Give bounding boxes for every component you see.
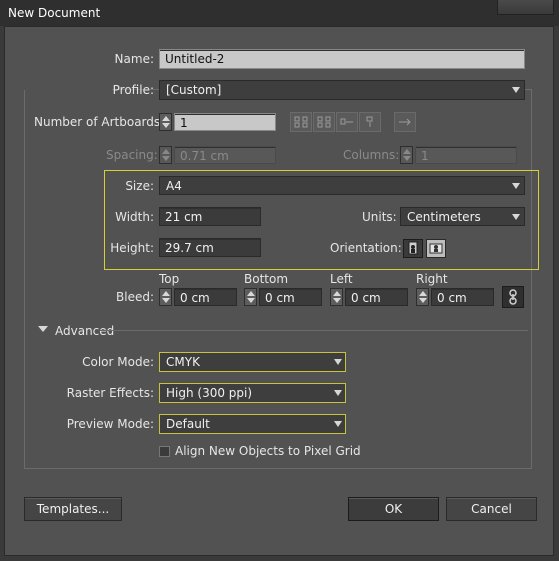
arrow-up-icon bbox=[162, 116, 170, 121]
spacing-stepper[interactable] bbox=[159, 146, 172, 164]
profile-value: [Custom] bbox=[166, 83, 222, 97]
artboards-stepper[interactable] bbox=[159, 113, 172, 131]
cancel-button[interactable]: Cancel bbox=[446, 497, 537, 521]
portrait-orientation-button[interactable] bbox=[403, 239, 423, 258]
chevron-down-icon bbox=[334, 390, 342, 396]
arrange-by-column-icon[interactable] bbox=[359, 112, 381, 132]
artboards-label: Number of Artboards: bbox=[34, 115, 165, 129]
bleed-left-stepper[interactable] bbox=[330, 288, 343, 306]
advanced-divider bbox=[100, 330, 528, 331]
grid-by-row-glyph bbox=[294, 116, 308, 128]
orientation-label: Orientation: bbox=[330, 241, 402, 255]
size-label: Size: bbox=[125, 179, 154, 193]
chevron-down-icon bbox=[512, 87, 520, 93]
size-value: A4 bbox=[166, 179, 182, 193]
units-dropdown[interactable]: Centimeters bbox=[400, 207, 525, 226]
grid-by-row-icon[interactable] bbox=[290, 112, 312, 132]
group-box-gap bbox=[24, 89, 112, 90]
right-to-left-layout-icon[interactable] bbox=[394, 112, 416, 132]
bleed-bottom-input[interactable]: 0 cm bbox=[259, 288, 322, 306]
arrow-up-icon bbox=[247, 291, 255, 296]
landscape-orientation-button[interactable] bbox=[426, 239, 446, 258]
align-pixel-grid-checkbox[interactable] bbox=[159, 446, 170, 457]
arrow-down-icon bbox=[162, 123, 170, 128]
preview-mode-value: Default bbox=[166, 417, 210, 431]
chevron-down-icon bbox=[334, 421, 342, 427]
arrow-up-icon bbox=[333, 291, 341, 296]
height-input[interactable]: 29.7 cm bbox=[159, 238, 261, 257]
landscape-icon bbox=[429, 243, 443, 254]
profile-dropdown[interactable]: [Custom] bbox=[159, 80, 525, 100]
columns-stepper[interactable] bbox=[400, 146, 413, 164]
arrow-up-icon bbox=[403, 149, 411, 154]
preview-mode-label: Preview Mode: bbox=[66, 417, 154, 431]
bleed-top-label: Top bbox=[159, 272, 180, 286]
raster-effects-label: Raster Effects: bbox=[66, 386, 154, 400]
templates-button[interactable]: Templates... bbox=[24, 497, 122, 521]
arrow-up-icon bbox=[162, 149, 170, 154]
arrange-by-column-glyph bbox=[366, 116, 373, 127]
bleed-right-label: Right bbox=[416, 272, 448, 286]
arrange-by-row-icon[interactable] bbox=[336, 112, 358, 132]
arrow-right-glyph bbox=[399, 118, 411, 126]
bleed-right-stepper[interactable] bbox=[416, 288, 429, 306]
name-label: Name: bbox=[114, 52, 154, 66]
arrow-down-icon bbox=[162, 298, 170, 303]
spacing-input[interactable]: 0.71 cm bbox=[174, 146, 276, 164]
units-value: Centimeters bbox=[407, 210, 481, 224]
arrow-down-icon bbox=[333, 298, 341, 303]
color-mode-dropdown[interactable]: CMYK bbox=[159, 352, 346, 372]
bleed-bottom-stepper[interactable] bbox=[244, 288, 257, 306]
arrow-down-icon bbox=[403, 156, 411, 161]
bleed-top-input[interactable]: 0 cm bbox=[174, 288, 237, 306]
size-dropdown[interactable]: A4 bbox=[159, 176, 525, 195]
width-label: Width: bbox=[115, 210, 154, 224]
arrow-down-icon bbox=[247, 298, 255, 303]
bleed-top-stepper[interactable] bbox=[159, 288, 172, 306]
columns-input[interactable]: 1 bbox=[415, 146, 517, 164]
name-input[interactable]: Untitled-2 bbox=[159, 49, 525, 69]
window-close-button[interactable] bbox=[497, 0, 554, 15]
chevron-down-icon bbox=[334, 359, 342, 365]
spacing-label: Spacing: bbox=[106, 148, 158, 162]
color-mode-value: CMYK bbox=[166, 355, 200, 369]
raster-effects-value: High (300 ppi) bbox=[166, 386, 253, 400]
align-pixel-grid-label: Align New Objects to Pixel Grid bbox=[175, 444, 361, 458]
ok-button[interactable]: OK bbox=[348, 497, 439, 521]
artboards-input[interactable]: 1 bbox=[174, 113, 276, 131]
arrange-by-row-glyph bbox=[340, 118, 353, 125]
advanced-toggle-icon[interactable] bbox=[38, 326, 48, 332]
preview-mode-dropdown[interactable]: Default bbox=[159, 414, 346, 434]
chevron-down-icon bbox=[512, 213, 520, 220]
columns-label: Columns: bbox=[343, 148, 400, 162]
height-label: Height: bbox=[110, 241, 154, 255]
grid-by-column-icon[interactable] bbox=[313, 112, 335, 132]
bleed-left-label: Left bbox=[330, 272, 353, 286]
bleed-left-input[interactable]: 0 cm bbox=[345, 288, 408, 306]
arrow-up-icon bbox=[419, 291, 427, 296]
arrow-down-icon bbox=[162, 156, 170, 161]
window-title: New Document bbox=[8, 6, 101, 20]
width-input[interactable]: 21 cm bbox=[159, 207, 261, 226]
chain-link-icon bbox=[509, 289, 517, 305]
advanced-label[interactable]: Advanced bbox=[55, 324, 114, 338]
bleed-right-input[interactable]: 0 cm bbox=[431, 288, 494, 306]
chevron-down-icon bbox=[512, 182, 520, 189]
grid-by-column-glyph bbox=[317, 116, 331, 128]
bleed-label: Bleed: bbox=[116, 290, 154, 304]
raster-effects-dropdown[interactable]: High (300 ppi) bbox=[159, 383, 346, 403]
units-label: Units: bbox=[362, 210, 397, 224]
color-mode-label: Color Mode: bbox=[82, 355, 154, 369]
bleed-link-button[interactable] bbox=[502, 286, 524, 308]
portrait-icon bbox=[408, 241, 418, 255]
arrow-up-icon bbox=[162, 291, 170, 296]
profile-label: Profile: bbox=[112, 83, 154, 97]
arrow-down-icon bbox=[419, 298, 427, 303]
bleed-bottom-label: Bottom bbox=[244, 272, 289, 286]
